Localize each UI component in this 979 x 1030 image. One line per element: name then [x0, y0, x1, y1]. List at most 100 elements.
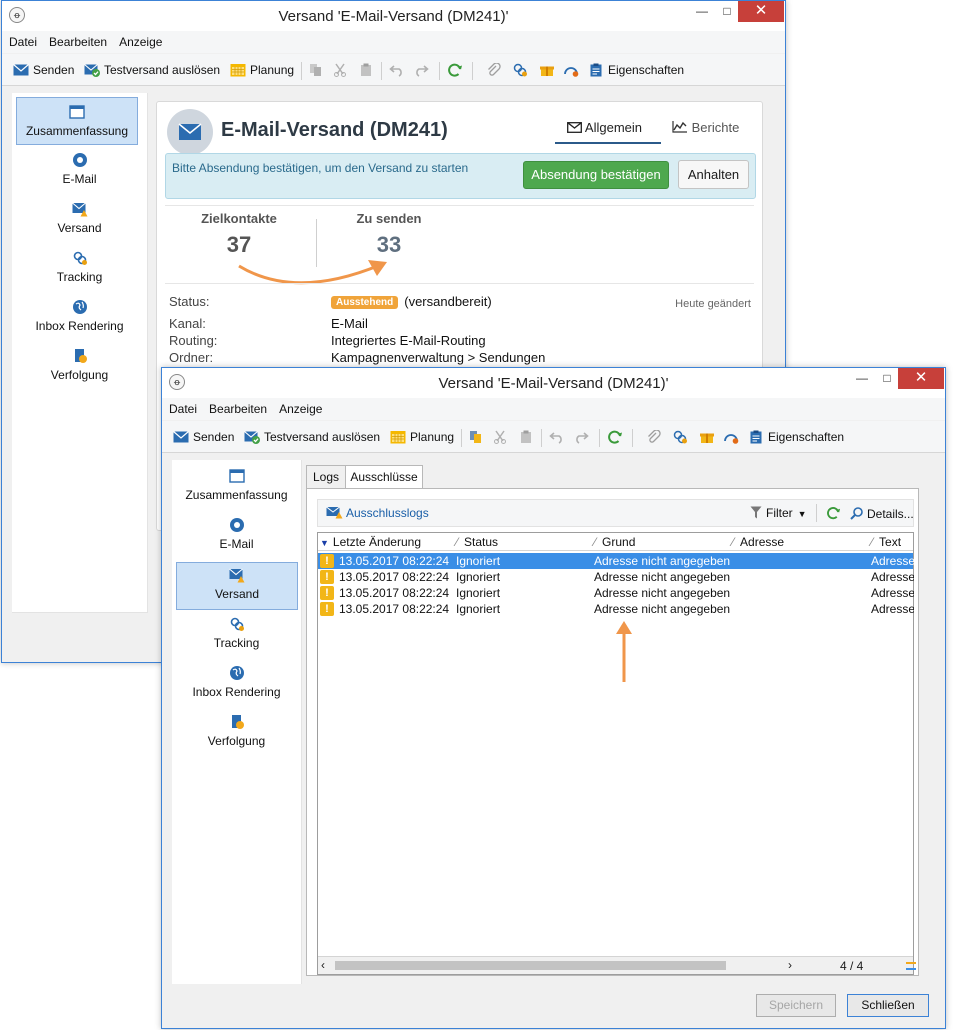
column-header-address[interactable]: ⁄ Adresse [732, 535, 784, 549]
nav-item-delivery[interactable]: Versand [176, 562, 298, 610]
tracking-links-button[interactable] [512, 62, 532, 80]
minimize-icon[interactable]: — [848, 368, 876, 389]
menu-edit[interactable]: Bearbeiten [49, 31, 107, 53]
test-send-button[interactable]: Testversand auslösen [244, 429, 380, 447]
copy-button[interactable] [308, 62, 328, 80]
nav-item-follow-up[interactable]: Verfolgung [12, 348, 147, 392]
menu-view[interactable]: Anzeige [279, 398, 322, 420]
exclusions-grid: ▼ Letzte Änderung ⁄ Status ⁄ Grund ⁄ Adresse… [317, 532, 916, 975]
horizontal-scrollbar[interactable] [335, 961, 726, 970]
paste-button[interactable] [518, 429, 538, 447]
modified-text: Heute geändert [675, 298, 751, 310]
stop-button[interactable]: Anhalten [678, 160, 749, 189]
tab-exclusions[interactable]: Ausschlüsse [345, 465, 423, 490]
cut-button[interactable] [492, 429, 512, 447]
attachment-button[interactable] [486, 62, 506, 80]
close-icon[interactable]: ✕ [738, 1, 784, 22]
offers-button[interactable] [539, 62, 559, 80]
nav-item-tracking[interactable]: Tracking [12, 250, 147, 294]
refresh-button[interactable] [826, 506, 841, 521]
properties-button[interactable]: Eigenschaften [588, 62, 684, 80]
folder-label: Ordner: [169, 350, 214, 365]
cell-text: Adresse n [871, 554, 914, 568]
title-bar: ꝋ Versand 'E-Mail-Versand (DM241)' — □ ✕ [2, 1, 785, 31]
status-badge: Ausstehend [331, 296, 399, 309]
undo-button[interactable] [549, 429, 569, 447]
minimize-icon[interactable]: — [688, 1, 716, 22]
menu-file[interactable]: Datei [9, 31, 37, 53]
cell-status: Ignoriert [456, 554, 501, 568]
tab-general[interactable]: Allgemein [555, 120, 661, 144]
subbar-separator [816, 504, 817, 522]
menu-edit[interactable]: Bearbeiten [209, 398, 267, 420]
maximize-icon[interactable]: □ [873, 368, 901, 389]
refresh-button[interactable] [607, 429, 627, 447]
redo-button[interactable] [413, 62, 433, 80]
scroll-right-icon[interactable]: › [788, 958, 792, 972]
cell-date: 13.05.2017 08:22:24 [339, 586, 450, 600]
annotation-curved-arrow [238, 260, 387, 285]
column-header-last-modified[interactable]: ▼ Letzte Änderung [320, 535, 421, 549]
exclusion-logs-link[interactable]: Ausschlusslogs [326, 506, 429, 520]
table-row[interactable]: ! 13.05.2017 08:22:24 Ignoriert Adresse … [318, 553, 914, 569]
typology-button[interactable] [563, 62, 583, 80]
divider [165, 205, 754, 206]
close-button[interactable]: Schließen [847, 994, 929, 1017]
refresh-icon [827, 507, 841, 520]
toolbar-separator [472, 62, 473, 80]
column-header-reason[interactable]: ⁄ Grund [594, 535, 635, 549]
table-row[interactable]: ! 13.05.2017 08:22:24 Ignoriert Adresse … [318, 601, 914, 617]
offers-button[interactable] [699, 429, 719, 447]
menu-file[interactable]: Datei [169, 398, 197, 420]
nav-item-summary[interactable]: Zusammenfassung [172, 468, 301, 512]
toolbar-separator [381, 62, 382, 80]
menu-view[interactable]: Anzeige [119, 31, 162, 53]
schedule-button[interactable]: Planung [390, 429, 454, 447]
paste-button[interactable] [358, 62, 378, 80]
schedule-button[interactable]: Planung [230, 62, 294, 80]
nav-item-summary[interactable]: Zusammenfassung [16, 97, 138, 145]
filter-button[interactable]: Filter ▼ [750, 506, 807, 520]
nav-item-inbox-rendering[interactable]: Inbox Rendering [172, 665, 301, 709]
toolbar-separator [461, 429, 462, 447]
nav-item-email[interactable]: E-Mail [172, 517, 301, 561]
send-button[interactable]: Senden [13, 62, 74, 80]
save-button[interactable]: Speichern [756, 994, 836, 1017]
toolbar-separator [541, 429, 542, 447]
maximize-icon[interactable]: □ [713, 1, 741, 22]
column-header-text[interactable]: ⁄ Text [871, 535, 901, 549]
copy-button[interactable] [468, 429, 488, 447]
redo-button[interactable] [573, 429, 593, 447]
nav-item-tracking[interactable]: Tracking [172, 616, 301, 660]
properties-label: Eigenschaften [608, 63, 685, 77]
nav-item-email[interactable]: E-Mail [12, 152, 147, 196]
confirm-send-button[interactable]: Absendung bestätigen [523, 161, 669, 189]
table-row[interactable]: ! 13.05.2017 08:22:24 Ignoriert Adresse … [318, 585, 914, 601]
nav-item-follow-up[interactable]: Verfolgung [172, 714, 301, 758]
tracking-links-button[interactable] [672, 429, 692, 447]
tab-reports[interactable]: Berichte [672, 120, 739, 135]
title-bar: ꝋ Versand 'E-Mail-Versand (DM241)' — □ ✕ [162, 368, 945, 398]
magnifier-icon [850, 507, 863, 520]
cut-button[interactable] [332, 62, 352, 80]
undo-button[interactable] [389, 62, 409, 80]
send-button[interactable]: Senden [173, 429, 234, 447]
table-row[interactable]: ! 13.05.2017 08:22:24 Ignoriert Adresse … [318, 569, 914, 585]
attachment-button[interactable] [646, 429, 666, 447]
nav-item-inbox-rendering[interactable]: Inbox Rendering [12, 299, 147, 343]
delivery-avatar [167, 109, 213, 155]
undo-icon [389, 65, 402, 77]
status-label: Status: [169, 294, 210, 309]
details-button[interactable]: Details... [850, 506, 914, 521]
close-icon[interactable]: ✕ [898, 368, 944, 389]
column-header-status[interactable]: ⁄ Status [456, 535, 498, 549]
test-send-button[interactable]: Testversand auslösen [84, 62, 220, 80]
typology-button[interactable] [723, 429, 743, 447]
scroll-left-icon[interactable]: ‹ [321, 958, 325, 972]
column-settings-icon[interactable] [906, 962, 916, 970]
nav-item-delivery[interactable]: Versand [12, 201, 147, 245]
envelope-icon [13, 64, 29, 76]
refresh-button[interactable] [447, 62, 467, 80]
tab-logs[interactable]: Logs [306, 465, 346, 489]
properties-button[interactable]: Eigenschaften [748, 429, 844, 447]
